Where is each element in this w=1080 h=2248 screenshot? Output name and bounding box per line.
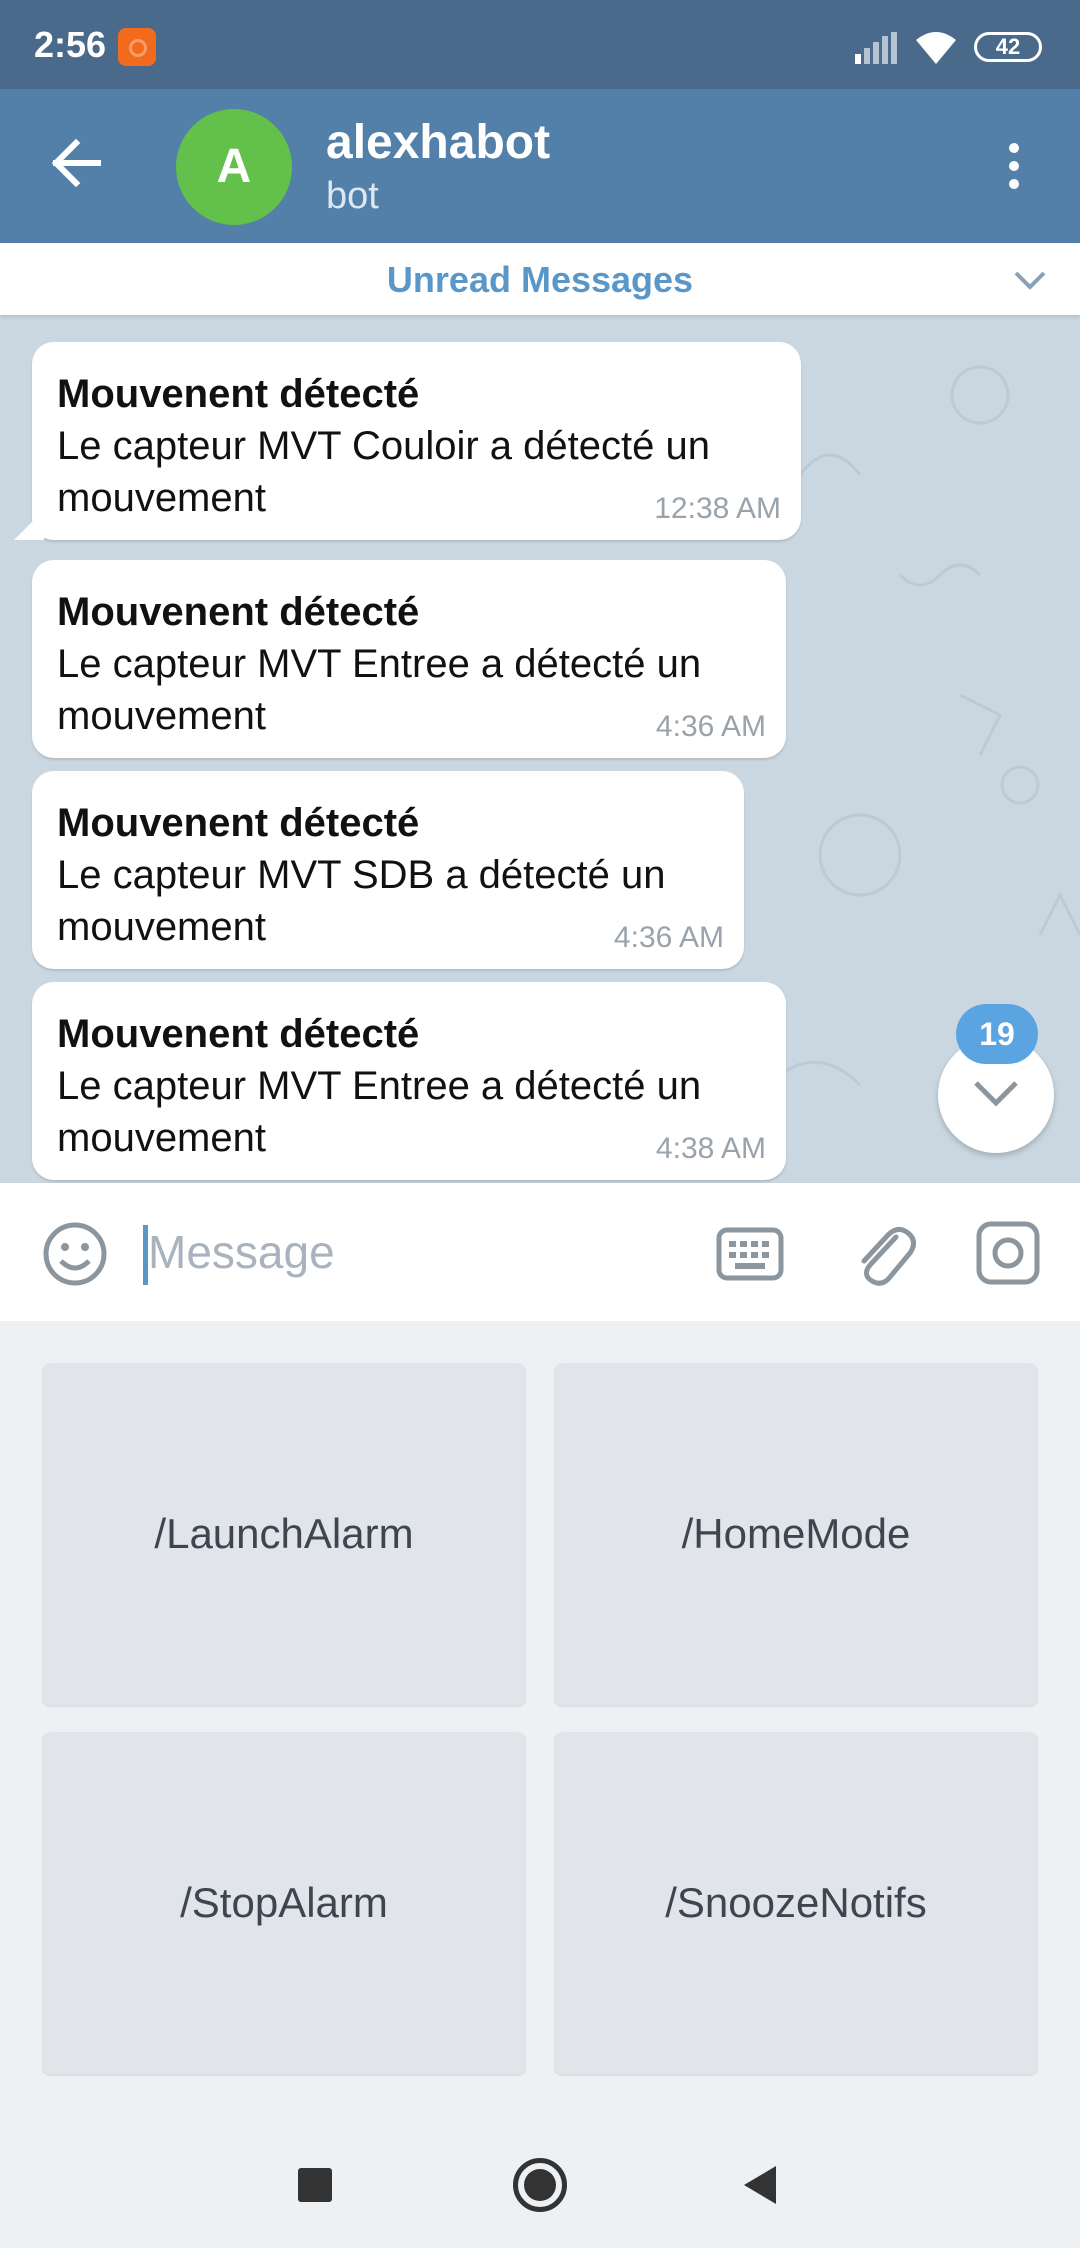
message-title: Mouvenent détecté xyxy=(57,590,420,634)
message-time: 4:36 AM xyxy=(655,710,766,743)
message-composer xyxy=(0,1183,1080,1321)
app-notification-icon xyxy=(118,28,156,66)
message-bubble[interactable]: Mouvenent détecté Le capteur MVT Couloir… xyxy=(32,342,801,540)
wifi-icon xyxy=(916,32,956,64)
chat-title[interactable]: alexhabot xyxy=(326,115,550,170)
bot-command-button[interactable]: /LaunchAlarm xyxy=(42,1363,526,1705)
battery-icon: 42 xyxy=(974,32,1042,62)
message-list[interactable]: Mouvenent détecté Le capteur MVT Couloir… xyxy=(0,315,1080,1183)
message-time: 4:38 AM xyxy=(655,1132,766,1165)
status-bar: 2:56 42 xyxy=(0,0,1080,89)
signal-icon xyxy=(855,32,897,64)
bot-keyboard-icon[interactable] xyxy=(716,1227,784,1281)
unread-messages-banner: Unread Messages xyxy=(0,243,1080,315)
bot-command-button[interactable]: /StopAlarm xyxy=(42,1732,526,2074)
camera-icon[interactable] xyxy=(976,1221,1040,1285)
system-navigation-bar xyxy=(0,2118,1080,2248)
bot-command-button[interactable]: /HomeMode xyxy=(554,1363,1038,1705)
back-triangle-icon[interactable] xyxy=(742,2164,778,2206)
attachment-icon[interactable] xyxy=(852,1219,916,1289)
message-bubble[interactable]: Mouvenent détecté Le capteur MVT Entree … xyxy=(32,560,786,758)
message-time: 12:38 AM xyxy=(654,492,781,525)
message-input[interactable] xyxy=(148,1213,678,1291)
home-icon[interactable] xyxy=(513,2158,567,2212)
emoji-icon[interactable] xyxy=(42,1221,108,1287)
message-bubble[interactable]: Mouvenent détecté Le capteur MVT SDB a d… xyxy=(32,771,744,969)
message-bubble[interactable]: Mouvenent détecté Le capteur MVT Entree … xyxy=(32,982,786,1180)
chat-header: A alexhabot bot xyxy=(0,89,1080,243)
message-title: Mouvenent détecté xyxy=(57,372,420,416)
recent-apps-icon[interactable] xyxy=(298,2168,332,2202)
back-arrow-icon[interactable] xyxy=(48,133,108,193)
bot-reply-keyboard: /LaunchAlarm /HomeMode /StopAlarm /Snooz… xyxy=(0,1321,1080,2118)
status-time: 2:56 xyxy=(34,24,107,65)
unread-count-badge: 19 xyxy=(956,1004,1038,1064)
avatar[interactable]: A xyxy=(176,109,292,225)
bot-command-button[interactable]: /SnoozeNotifs xyxy=(554,1732,1038,2074)
message-title: Mouvenent détecté xyxy=(57,1012,420,1056)
message-title: Mouvenent détecté xyxy=(57,801,420,845)
message-input-wrapper xyxy=(142,1213,682,1291)
chat-subtitle: bot xyxy=(326,175,379,217)
chevron-down-icon[interactable] xyxy=(1010,265,1050,295)
chevron-down-icon xyxy=(974,1081,1018,1107)
more-options-icon[interactable] xyxy=(996,137,1032,197)
unread-messages-label: Unread Messages xyxy=(386,259,694,300)
message-time: 4:36 AM xyxy=(613,921,724,954)
